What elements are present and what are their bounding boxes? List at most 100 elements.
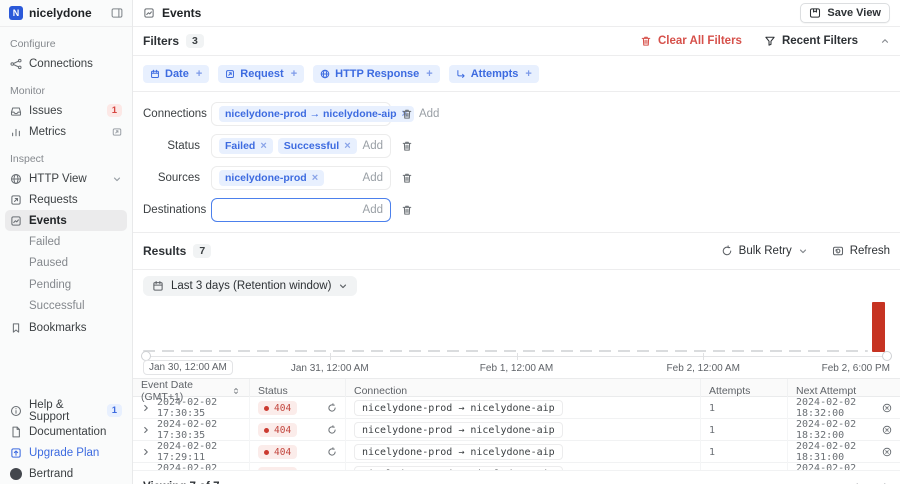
event-count-bar[interactable] <box>872 302 885 352</box>
clear-all-filters-button[interactable]: Clear All Filters <box>640 35 742 47</box>
status-badge: 404 <box>258 401 297 415</box>
sidebar-item-label: Documentation <box>29 426 106 438</box>
calendar-icon <box>150 69 160 79</box>
error-dot-icon <box>264 428 269 433</box>
sidebar-item-user[interactable]: Bertrand <box>0 463 132 484</box>
date-range-button[interactable]: Last 3 days (Retention window) <box>143 276 357 296</box>
sidebar-subitem-paused[interactable]: Paused <box>0 253 132 275</box>
retry-event-icon[interactable] <box>327 425 337 435</box>
connections-filter-input[interactable]: nicelydone-prod → nicelydone-aip × Add <box>211 102 391 126</box>
sidebar-item-events[interactable]: Events <box>5 210 127 231</box>
remove-value-icon[interactable]: × <box>344 140 350 152</box>
connection-cell: nicelydone-prod → nicelydone-aip <box>346 397 701 419</box>
add-destination-button[interactable]: Add <box>363 204 383 216</box>
add-source-button[interactable]: Add <box>363 172 383 184</box>
remove-value-icon[interactable]: × <box>312 172 318 184</box>
add-connection-button[interactable]: Add <box>419 108 439 120</box>
connection-pill[interactable]: nicelydone-prod → nicelydone-aip <box>354 422 563 438</box>
next-attempt-cell: 2024-02-02 18:31:00 <box>788 441 900 463</box>
cancel-retry-icon[interactable] <box>882 403 892 413</box>
status-filter-input[interactable]: Failed × Successful × Add <box>211 134 391 158</box>
filter-chip-http-response[interactable]: HTTP Response + <box>313 65 440 83</box>
retry-event-icon[interactable] <box>327 403 337 413</box>
sidebar-item-bookmarks[interactable]: Bookmarks <box>0 317 132 338</box>
next-attempt-cell: 2024-02-02 18:32:00 <box>788 419 900 441</box>
attempts-cell: 1 <box>701 441 788 463</box>
sidebar-item-metrics[interactable]: Metrics <box>0 121 132 142</box>
add-filter-chips-row: Date + Request + HTTP Response + Attempt… <box>133 56 900 92</box>
slider-handle-end[interactable] <box>882 351 892 361</box>
delete-sources-filter-button[interactable] <box>401 172 413 184</box>
time-range-slider[interactable] <box>143 352 890 361</box>
status-cell: 404 <box>250 419 346 441</box>
add-status-button[interactable]: Add <box>363 140 383 152</box>
sidebar-item-issues[interactable]: Issues 1 <box>0 100 132 121</box>
sidebar-item-documentation[interactable]: Documentation <box>0 421 132 442</box>
sidebar-item-http-view[interactable]: HTTP View <box>0 168 132 189</box>
sidebar-subitem-pending[interactable]: Pending <box>0 274 132 296</box>
cancel-retry-icon[interactable] <box>882 447 892 457</box>
delete-connections-filter-button[interactable] <box>401 108 413 120</box>
delete-status-filter-button[interactable] <box>401 140 413 152</box>
sidebar-item-label: Issues <box>29 105 62 117</box>
table-row[interactable]: 2024-02-02 17:29:11 404 nicelydone-prod … <box>133 441 900 463</box>
save-view-icon <box>809 7 821 19</box>
connection-pill[interactable]: nicelydone-prod → nicelydone-aip <box>354 400 563 416</box>
sidebar-item-connections[interactable]: Connections <box>0 53 132 74</box>
calendar-icon <box>152 280 164 292</box>
recent-filters-button[interactable]: Recent Filters <box>764 35 858 47</box>
filter-chip-request[interactable]: Request + <box>218 65 304 83</box>
axis-tick-label: Feb 2, 12:00 AM <box>667 363 740 374</box>
subitem-label: Failed <box>29 236 60 248</box>
filter-row-label: Sources <box>143 172 200 184</box>
table-row[interactable]: 2024-02-02 17:30:35 404 nicelydone-prod … <box>133 397 900 419</box>
table-footer: Viewing 7 of 7 <box>133 471 900 484</box>
sidebar-item-label: Requests <box>29 194 78 206</box>
table-row-partial[interactable]: 2024-02-02 17:29:11 404 nicelydone-prod … <box>133 463 900 471</box>
brand-logo: N <box>9 6 23 20</box>
column-label: Next Attempt <box>796 385 856 397</box>
sidebar-item-requests[interactable]: Requests <box>0 189 132 210</box>
axis-tick-label: Jan 31, 12:00 AM <box>291 363 369 374</box>
range-start-label[interactable]: Jan 30, 12:00 AM <box>143 360 233 375</box>
sidebar-item-help-support[interactable]: Help & Support 1 <box>0 400 132 421</box>
sidebar-subitem-successful[interactable]: Successful <box>0 296 132 318</box>
plus-icon: + <box>523 68 531 80</box>
table-row[interactable]: 2024-02-02 17:30:35 404 nicelydone-prod … <box>133 419 900 441</box>
axis-tick-label: Feb 1, 12:00 AM <box>480 363 553 374</box>
bulk-retry-button[interactable]: Bulk Retry <box>721 245 808 257</box>
event-date-cell: 2024-02-02 17:29:11 <box>133 441 250 463</box>
refresh-button[interactable]: Refresh <box>832 245 890 257</box>
filter-chip-date[interactable]: Date + <box>143 65 209 83</box>
destinations-filter-input[interactable]: Add <box>211 198 391 222</box>
chip-label: Request <box>240 68 283 80</box>
column-label: Connection <box>354 385 407 397</box>
sort-icon[interactable] <box>231 386 241 396</box>
expand-row-icon[interactable] <box>141 447 151 457</box>
save-view-button[interactable]: Save View <box>800 3 890 23</box>
filter-value-chip: Failed × <box>219 138 273 154</box>
sidebar-item-upgrade-plan[interactable]: Upgrade Plan <box>0 442 132 463</box>
filter-chip-attempts[interactable]: Attempts + <box>449 65 539 83</box>
delete-destinations-filter-button[interactable] <box>401 204 413 216</box>
retry-event-icon[interactable] <box>327 447 337 457</box>
inbox-icon <box>10 105 22 117</box>
sources-filter-input[interactable]: nicelydone-prod × Add <box>211 166 391 190</box>
remove-value-icon[interactable]: × <box>260 140 266 152</box>
attempts-cell: 1 <box>701 419 788 441</box>
sidebar-item-label: Help & Support <box>29 399 100 423</box>
connection-cell: nicelydone-prod → nicelydone-aip <box>346 419 701 441</box>
cancel-retry-icon[interactable] <box>882 425 892 435</box>
attempts-cell: 1 <box>701 397 788 419</box>
open-panel-icon[interactable] <box>112 127 122 137</box>
connection-pill[interactable]: nicelydone-prod → nicelydone-aip <box>354 444 563 460</box>
time-axis-labels: Jan 30, 12:00 AM Jan 31, 12:00 AM Feb 1,… <box>143 363 890 378</box>
range-end-label: Feb 2, 6:00 PM <box>822 363 890 374</box>
event-histogram: Jan 30, 12:00 AM Jan 31, 12:00 AM Feb 1,… <box>143 302 890 374</box>
sidebar-subitem-failed[interactable]: Failed <box>0 231 132 253</box>
brand-name: nicelydone <box>29 6 105 20</box>
expand-row-icon[interactable] <box>141 403 151 413</box>
sidebar-collapse-icon[interactable] <box>111 7 123 19</box>
collapse-filters-icon[interactable] <box>880 36 890 46</box>
expand-row-icon[interactable] <box>141 425 151 435</box>
